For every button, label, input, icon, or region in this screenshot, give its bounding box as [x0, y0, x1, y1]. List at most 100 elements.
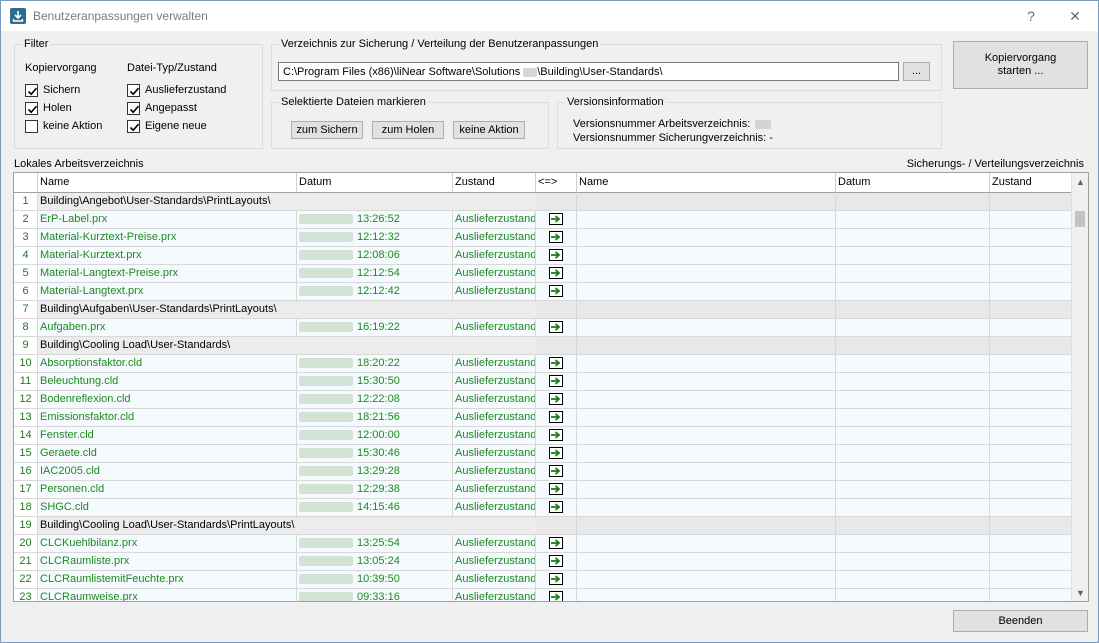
- file-name-cell[interactable]: CLCRaumweise.prx: [38, 589, 297, 601]
- date-cell[interactable]: 13:05:24: [297, 553, 453, 571]
- table-row[interactable]: 15 Geraete.cld 15:30:46 Auslieferzustand: [14, 445, 1072, 463]
- date-cell[interactable]: 12:12:54: [297, 265, 453, 283]
- header-local-name[interactable]: Name: [38, 173, 297, 193]
- checkbox-angepasst[interactable]: Angepasst: [127, 101, 197, 115]
- remote-date-cell[interactable]: [836, 301, 990, 319]
- remote-date-cell[interactable]: [836, 481, 990, 499]
- direction-cell[interactable]: [536, 553, 577, 571]
- remote-name-cell[interactable]: [577, 337, 836, 355]
- table-row[interactable]: 5 Material-Langtext-Preise.prx 12:12:54 Aus…: [14, 265, 1072, 283]
- remote-date-cell[interactable]: [836, 589, 990, 601]
- direction-cell[interactable]: [536, 355, 577, 373]
- mark-backup-button[interactable]: zum Sichern: [291, 121, 363, 139]
- remote-date-cell[interactable]: [836, 499, 990, 517]
- remote-name-cell[interactable]: [577, 319, 836, 337]
- remote-state-cell[interactable]: [990, 265, 1072, 283]
- table-row[interactable]: 8 Aufgaben.prx 16:19:22 Auslieferzustand: [14, 319, 1072, 337]
- table-row[interactable]: 14 Fenster.cld 12:00:00 Auslieferzustand: [14, 427, 1072, 445]
- group-path-cell[interactable]: Building\Cooling Load\User-Standards\: [38, 337, 536, 355]
- remote-name-cell[interactable]: [577, 229, 836, 247]
- date-cell[interactable]: 13:25:54: [297, 535, 453, 553]
- remote-name-cell[interactable]: [577, 283, 836, 301]
- remote-name-cell[interactable]: [577, 499, 836, 517]
- file-name-cell[interactable]: Bodenreflexion.cld: [38, 391, 297, 409]
- directory-path-field[interactable]: C:\Program Files (x86)\liNear Software\S…: [278, 62, 899, 81]
- file-name-cell[interactable]: CLCRaumliste.prx: [38, 553, 297, 571]
- remote-state-cell[interactable]: [990, 301, 1072, 319]
- remote-date-cell[interactable]: [836, 445, 990, 463]
- remote-date-cell[interactable]: [836, 337, 990, 355]
- file-name-cell[interactable]: CLCKuehlbilanz.prx: [38, 535, 297, 553]
- direction-cell[interactable]: [536, 445, 577, 463]
- scroll-down-arrow-icon[interactable]: ▼: [1072, 584, 1088, 601]
- remote-date-cell[interactable]: [836, 517, 990, 535]
- file-name-cell[interactable]: CLCRaumlistemitFeuchte.prx: [38, 571, 297, 589]
- file-name-cell[interactable]: IAC2005.cld: [38, 463, 297, 481]
- checkbox-sichern[interactable]: Sichern: [25, 83, 80, 97]
- group-path-cell[interactable]: Building\Aufgaben\User-Standards\PrintLa…: [38, 301, 536, 319]
- remote-state-cell[interactable]: [990, 391, 1072, 409]
- remote-state-cell[interactable]: [990, 553, 1072, 571]
- remote-name-cell[interactable]: [577, 211, 836, 229]
- remote-name-cell[interactable]: [577, 535, 836, 553]
- remote-state-cell[interactable]: [990, 337, 1072, 355]
- file-name-cell[interactable]: Aufgaben.prx: [38, 319, 297, 337]
- remote-state-cell[interactable]: [990, 229, 1072, 247]
- state-cell[interactable]: Auslieferzustand: [453, 283, 536, 301]
- header-local-state[interactable]: Zustand: [453, 173, 536, 193]
- state-cell[interactable]: Auslieferzustand: [453, 463, 536, 481]
- remote-date-cell[interactable]: [836, 211, 990, 229]
- remote-state-cell[interactable]: [990, 283, 1072, 301]
- date-cell[interactable]: 14:15:46: [297, 499, 453, 517]
- checkbox-angepasst-box[interactable]: [127, 101, 140, 115]
- remote-date-cell[interactable]: [836, 373, 990, 391]
- remote-name-cell[interactable]: [577, 517, 836, 535]
- remote-date-cell[interactable]: [836, 265, 990, 283]
- remote-name-cell[interactable]: [577, 355, 836, 373]
- date-cell[interactable]: 18:21:56: [297, 409, 453, 427]
- browse-button[interactable]: ...: [903, 62, 930, 81]
- remote-state-cell[interactable]: [990, 247, 1072, 265]
- table-row[interactable]: 21 CLCRaumliste.prx 13:05:24 Auslieferzusta…: [14, 553, 1072, 571]
- remote-state-cell[interactable]: [990, 193, 1072, 211]
- remote-name-cell[interactable]: [577, 301, 836, 319]
- direction-cell[interactable]: [536, 463, 577, 481]
- direction-cell[interactable]: [536, 427, 577, 445]
- remote-name-cell[interactable]: [577, 571, 836, 589]
- direction-cell[interactable]: [536, 229, 577, 247]
- date-cell[interactable]: 18:20:22: [297, 355, 453, 373]
- remote-state-cell[interactable]: [990, 319, 1072, 337]
- date-cell[interactable]: 12:22:08: [297, 391, 453, 409]
- header-remote-name[interactable]: Name: [577, 173, 836, 193]
- state-cell[interactable]: Auslieferzustand: [453, 373, 536, 391]
- checkbox-holen-box[interactable]: [25, 101, 38, 115]
- remote-date-cell[interactable]: [836, 247, 990, 265]
- mark-get-button[interactable]: zum Holen: [372, 121, 444, 139]
- direction-cell[interactable]: [536, 391, 577, 409]
- table-row[interactable]: 2 ErP-Label.prx 13:26:52 Auslieferzustand: [14, 211, 1072, 229]
- remote-state-cell[interactable]: [990, 373, 1072, 391]
- remote-date-cell[interactable]: [836, 571, 990, 589]
- date-cell[interactable]: 10:39:50: [297, 571, 453, 589]
- remote-date-cell[interactable]: [836, 193, 990, 211]
- remote-name-cell[interactable]: [577, 373, 836, 391]
- remote-name-cell[interactable]: [577, 427, 836, 445]
- date-cell[interactable]: 16:19:22: [297, 319, 453, 337]
- direction-cell[interactable]: [536, 247, 577, 265]
- state-cell[interactable]: Auslieferzustand: [453, 427, 536, 445]
- state-cell[interactable]: Auslieferzustand: [453, 409, 536, 427]
- direction-cell[interactable]: [536, 571, 577, 589]
- remote-state-cell[interactable]: [990, 499, 1072, 517]
- remote-name-cell[interactable]: [577, 247, 836, 265]
- direction-cell[interactable]: [536, 409, 577, 427]
- file-name-cell[interactable]: Beleuchtung.cld: [38, 373, 297, 391]
- state-cell[interactable]: Auslieferzustand: [453, 247, 536, 265]
- checkbox-eigene-neue-box[interactable]: [127, 119, 140, 133]
- file-name-cell[interactable]: Material-Kurztext.prx: [38, 247, 297, 265]
- direction-cell[interactable]: [536, 211, 577, 229]
- table-row[interactable]: 17 Personen.cld 12:29:38 Auslieferzustand: [14, 481, 1072, 499]
- table-row[interactable]: 23 CLCRaumweise.prx 09:33:16 Auslieferzusta…: [14, 589, 1072, 601]
- checkbox-keine-aktion-box[interactable]: [25, 119, 38, 133]
- checkbox-keine-aktion[interactable]: keine Aktion: [25, 119, 102, 133]
- remote-name-cell[interactable]: [577, 589, 836, 601]
